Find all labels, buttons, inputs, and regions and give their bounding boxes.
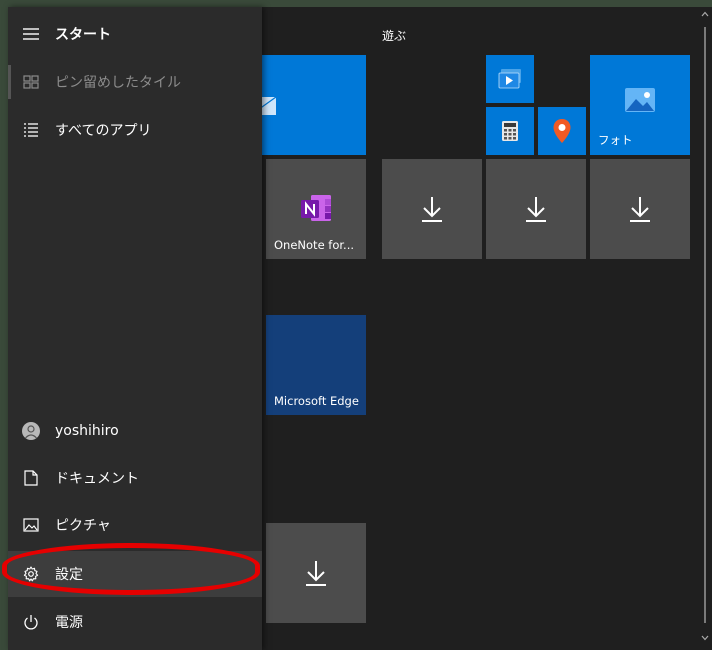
nav-item-pinned-tiles[interactable]: ピン留めしたタイル — [8, 59, 262, 105]
chevron-down-icon[interactable] — [701, 635, 709, 641]
nav-item-documents[interactable]: ドキュメント — [8, 455, 262, 501]
nav-item-label: ドキュメント — [55, 471, 139, 487]
settings-highlight-annotation — [2, 543, 260, 595]
tile-mail[interactable] — [258, 55, 366, 155]
tile-movies[interactable] — [486, 55, 534, 103]
start-menu-header[interactable]: スタート — [8, 11, 262, 57]
video-icon — [498, 69, 521, 89]
tile-download-placeholder[interactable] — [590, 159, 690, 259]
tile-label: OneNote for... — [274, 238, 355, 252]
scroll-thumb[interactable] — [704, 27, 706, 623]
nav-item-label: ピクチャ — [55, 518, 111, 534]
map-pin-icon — [553, 119, 571, 143]
picture-icon — [8, 518, 54, 532]
calculator-icon — [502, 121, 518, 141]
tile-group-label: 遊ぶ — [382, 29, 407, 43]
power-icon — [8, 614, 54, 630]
nav-item-user[interactable]: yoshihiro — [8, 408, 262, 454]
tile-microsoft-edge[interactable]: Microsoft Edge — [266, 315, 366, 415]
person-icon — [22, 422, 40, 440]
user-name: yoshihiro — [55, 423, 119, 439]
start-menu-title: スタート — [55, 27, 111, 43]
onenote-icon — [301, 195, 331, 221]
download-arrow-icon — [630, 197, 650, 222]
download-arrow-icon — [526, 197, 546, 222]
tile-label: Microsoft Edge — [274, 394, 359, 408]
download-arrow-icon — [306, 561, 326, 586]
tile-download-placeholder[interactable] — [266, 523, 366, 623]
hamburger-menu-icon — [8, 28, 54, 40]
download-arrow-icon — [422, 197, 442, 222]
nav-item-label: ピン留めしたタイル — [55, 75, 181, 91]
nav-item-all-apps[interactable]: すべてのアプリ — [8, 107, 262, 153]
photo-icon — [625, 88, 655, 112]
chevron-up-icon[interactable] — [701, 11, 709, 17]
document-icon — [8, 470, 54, 486]
list-icon — [8, 123, 54, 137]
user-avatar — [8, 422, 54, 440]
nav-item-pictures[interactable]: ピクチャ — [8, 502, 262, 548]
tile-photos[interactable]: フォト — [590, 55, 690, 155]
tile-download-placeholder[interactable] — [382, 159, 482, 259]
tiles-scrollbar[interactable] — [698, 7, 712, 650]
tiles-area: 遊ぶ フォト OneNote for... Microsoft Edge — [258, 7, 692, 650]
tile-maps[interactable] — [538, 107, 586, 155]
tile-label: フォト — [598, 133, 633, 147]
nav-item-power[interactable]: 電源 — [8, 599, 262, 645]
nav-item-label: 電源 — [55, 615, 83, 631]
tile-calculator[interactable] — [486, 107, 534, 155]
tile-download-placeholder[interactable] — [486, 159, 586, 259]
tile-onenote[interactable]: OneNote for... — [266, 159, 366, 259]
tiles-icon — [8, 75, 54, 89]
nav-item-label: すべてのアプリ — [55, 123, 152, 139]
